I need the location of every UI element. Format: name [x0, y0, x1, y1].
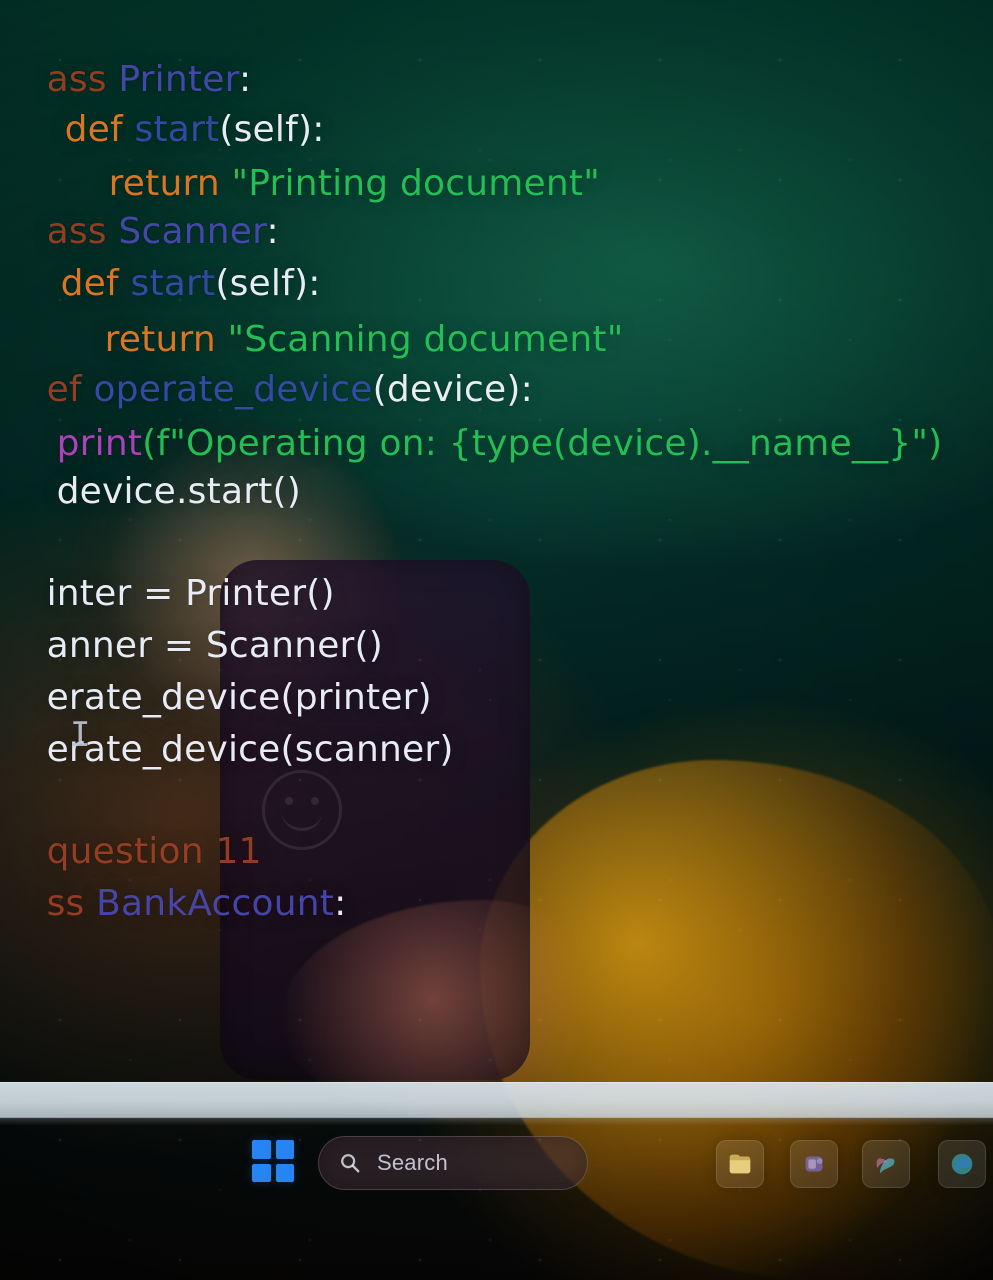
copilot-icon[interactable] — [862, 1140, 910, 1188]
windows-logo-square — [252, 1140, 271, 1159]
code-statement: device.start() — [56, 471, 302, 512]
code-punctuation: : — [334, 883, 347, 924]
taskbar-strip — [0, 1082, 993, 1118]
teams-icon[interactable] — [790, 1140, 838, 1188]
windows-logo-square — [275, 1140, 294, 1159]
windows-taskbar: Search — [0, 1082, 993, 1280]
code-keyword: ss — [46, 883, 85, 924]
search-label: Search — [377, 1150, 448, 1175]
edge-icon[interactable] — [938, 1140, 986, 1188]
windows-logo-square — [275, 1163, 294, 1182]
search-icon — [339, 1152, 361, 1174]
windows-logo-square — [252, 1163, 271, 1182]
code-statement: erate_device(scanner) — [46, 729, 454, 770]
code-line-15: ss BankAccount: — [0, 826, 347, 982]
file-explorer-icon[interactable] — [716, 1140, 764, 1188]
text-cursor-icon: I — [70, 715, 91, 755]
code-editor: ass Printer: def start(self): return "Pr… — [0, 0, 993, 1080]
taskbar-search[interactable]: Search — [318, 1136, 588, 1190]
code-class-name: BankAccount — [84, 883, 335, 924]
start-button[interactable] — [252, 1140, 294, 1182]
